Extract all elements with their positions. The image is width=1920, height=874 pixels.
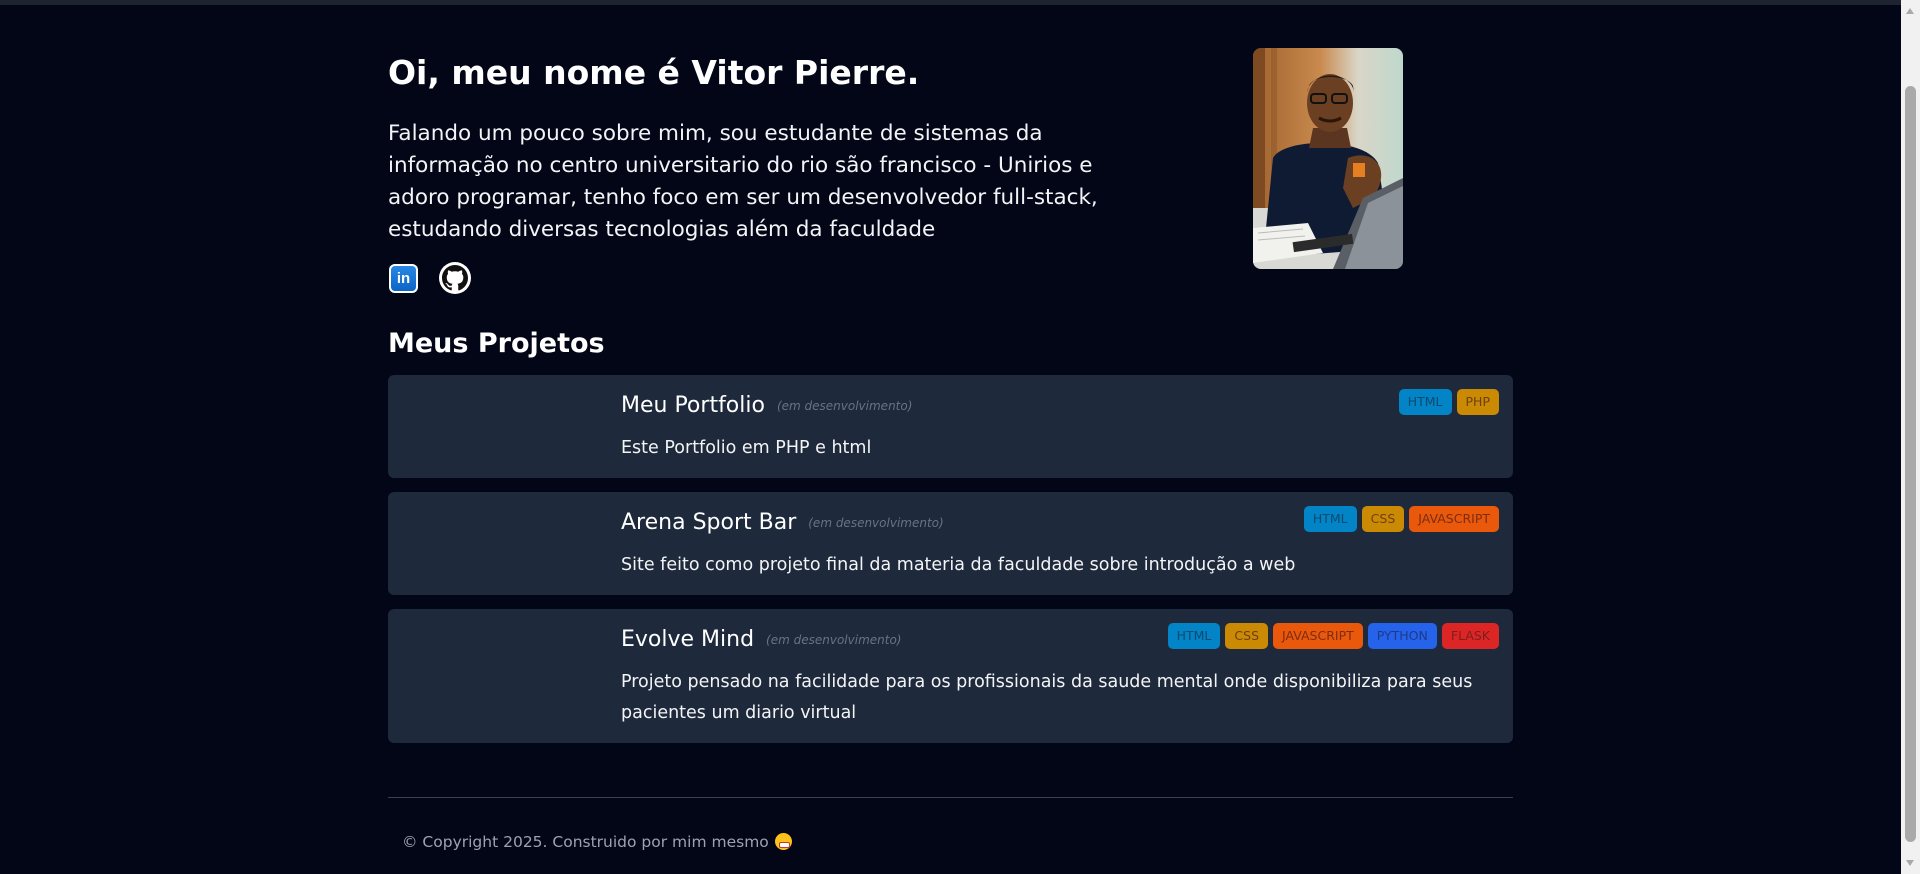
browser-top-edge xyxy=(0,0,1901,5)
grimace-emoji-icon xyxy=(774,833,792,850)
tag-php: PHP xyxy=(1456,389,1499,415)
project-title: Arena Sport Bar (em desenvolvimento) xyxy=(621,508,944,538)
project-name: Evolve Mind xyxy=(621,627,755,652)
tag-html: HTML xyxy=(1398,389,1452,415)
tag-html: HTML xyxy=(1167,623,1221,649)
project-tags: HTML CSS JAVASCRIPT xyxy=(1303,506,1499,532)
github-link[interactable] xyxy=(439,262,471,294)
project-tags: HTML CSS JAVASCRIPT PYTHON FLASK xyxy=(1167,623,1499,649)
hero-bio: Falando um pouco sobre mim, sou estudant… xyxy=(388,121,1098,242)
github-icon xyxy=(439,262,471,294)
profile-photo xyxy=(1253,48,1403,269)
tag-javascript: JAVASCRIPT xyxy=(1409,506,1499,532)
scroll-up-icon[interactable] xyxy=(1906,8,1914,14)
project-status: (em desenvolvimento) xyxy=(776,399,913,413)
scroll-thumb[interactable] xyxy=(1905,86,1916,842)
scrollbar[interactable] xyxy=(1901,0,1920,874)
tag-python: PYTHON xyxy=(1367,623,1437,649)
project-title: Evolve Mind (em desenvolvimento) xyxy=(621,625,901,655)
project-title: Meu Portfolio (em desenvolvimento) xyxy=(621,391,912,421)
footer-copyright: © Copyright 2025. Construido por mim mes… xyxy=(402,833,769,851)
linkedin-icon-label: in xyxy=(396,270,411,287)
project-description: Este Portfolio em PHP e html xyxy=(621,438,872,458)
project-tags: HTML PHP xyxy=(1398,389,1499,415)
hero-title: Oi, meu nome é Vitor Pierre. xyxy=(388,53,920,92)
project-status: (em desenvolvimento) xyxy=(766,633,902,647)
tag-flask: FLASK xyxy=(1441,623,1499,649)
footer-divider xyxy=(388,797,1513,798)
project-card-evolve-mind[interactable]: Evolve Mind (em desenvolvimento) HTML CSS… xyxy=(388,609,1513,743)
project-description: Site feito como projeto final da materia… xyxy=(621,555,1296,575)
project-name: Meu Portfolio xyxy=(621,393,765,418)
project-name: Arena Sport Bar xyxy=(621,510,797,535)
project-status: (em desenvolvimento) xyxy=(808,516,944,530)
project-description: Projeto pensado na facilidade para os pr… xyxy=(621,672,1473,723)
project-card-meu-portfolio[interactable]: Meu Portfolio (em desenvolvimento) HTML P… xyxy=(388,375,1513,478)
footer: © Copyright 2025. Construido por mim mes… xyxy=(402,832,792,852)
tag-html: HTML xyxy=(1303,506,1357,532)
tag-javascript: JAVASCRIPT xyxy=(1273,623,1363,649)
scroll-down-icon[interactable] xyxy=(1906,860,1914,866)
linkedin-icon: in xyxy=(389,264,418,293)
tag-css: CSS xyxy=(1225,623,1269,649)
tag-css: CSS xyxy=(1361,506,1405,532)
project-card-arena-sport-bar[interactable]: Arena Sport Bar (em desenvolvimento) HTML… xyxy=(388,492,1513,595)
projects-title: Meus Projetos xyxy=(388,328,605,359)
linkedin-link[interactable]: in xyxy=(389,262,421,294)
social-links: in xyxy=(389,262,471,294)
